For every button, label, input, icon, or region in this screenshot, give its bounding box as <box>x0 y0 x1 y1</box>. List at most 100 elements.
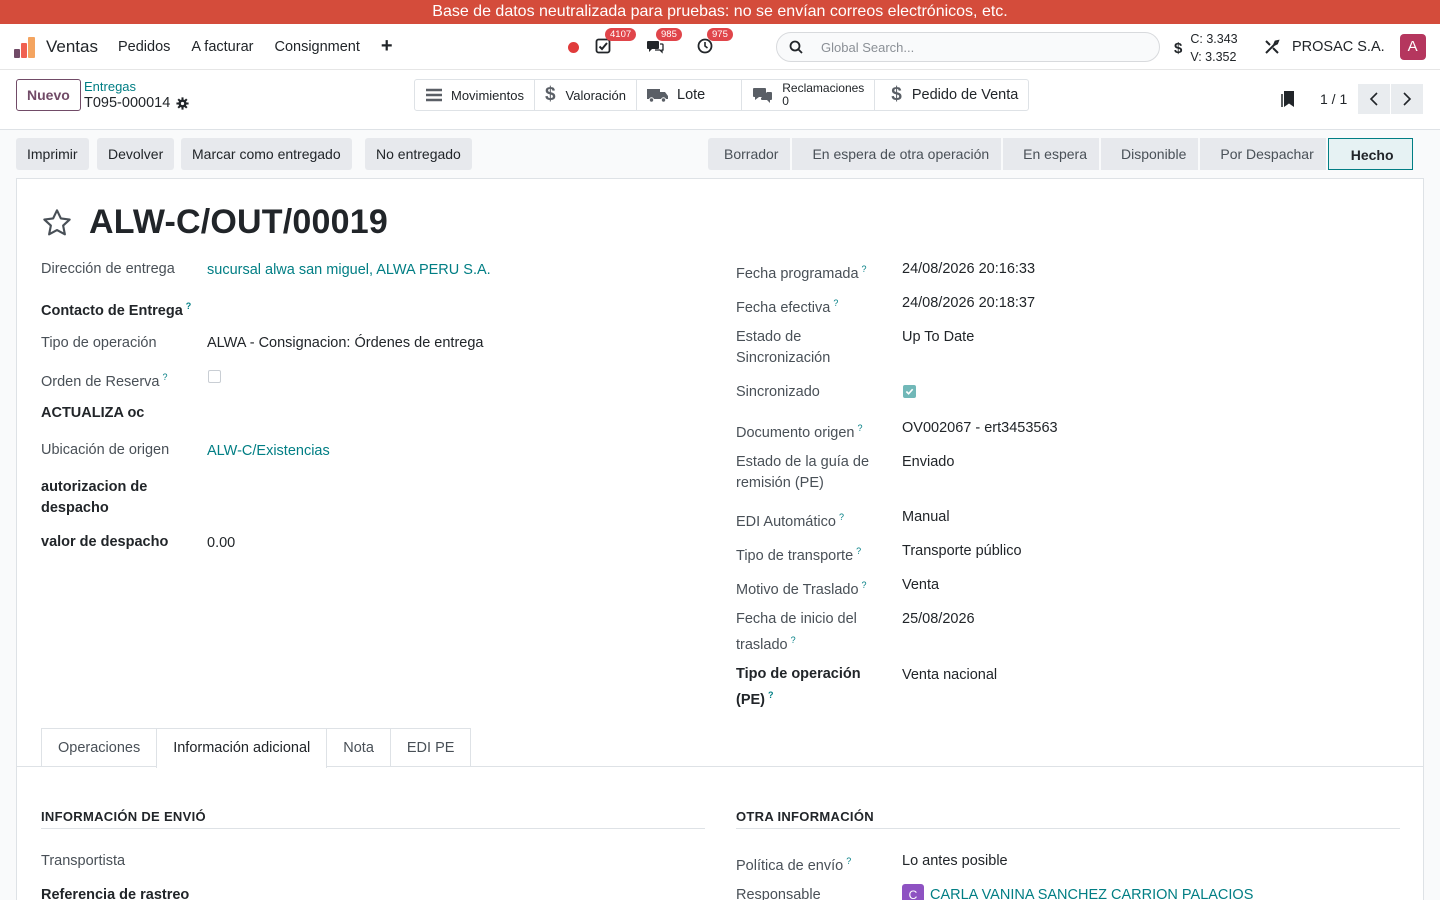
ubicacion-label: Ubicación de origen <box>41 442 170 458</box>
pager-next-button[interactable] <box>1391 84 1424 114</box>
documento-origen-label: Documento origen? <box>736 423 863 441</box>
mark-delivered-button[interactable]: Marcar como entregado <box>181 138 352 170</box>
pager-previous-button[interactable] <box>1358 84 1391 114</box>
app-name[interactable]: Ventas <box>46 37 98 57</box>
stage-en-espera-otra[interactable]: En espera de otra operación <box>792 138 1002 170</box>
tab-informacion-adicional[interactable]: Información adicional <box>156 728 328 768</box>
menu-a-facturar[interactable]: A facturar <box>191 39 253 55</box>
status-bar: Borrador En espera de otra operación En … <box>708 138 1413 170</box>
ubicacion-value[interactable]: ALW-C/Existencias <box>207 441 330 462</box>
status-row: Imprimir Devolver Marcar como entregado … <box>0 130 1440 178</box>
global-search-input[interactable] <box>821 39 1141 55</box>
edi-automatico-value[interactable]: Manual <box>902 507 950 528</box>
menu-consignment[interactable]: Consignment <box>274 39 359 55</box>
breadcrumb-current: T095-000014 <box>84 95 189 111</box>
tipo-operacion-label: Tipo de operación <box>41 335 157 351</box>
gear-icon[interactable] <box>176 96 189 110</box>
clock-badge: 975 <box>707 28 733 41</box>
direccion-value[interactable]: sucursal alwa san miguel, ALWA PERU S.A. <box>207 260 491 281</box>
pedido-venta-button[interactable]: $ Pedido de Venta <box>875 80 1028 110</box>
motivo-traslado-value[interactable]: Venta <box>902 575 939 596</box>
estado-sync-label: Estado de Sincronización <box>736 329 831 366</box>
check-icon <box>905 388 914 395</box>
responsable-label: Responsable <box>736 887 821 900</box>
top-navbar: Ventas Pedidos A facturar Consignment + … <box>0 24 1440 70</box>
otra-info-section-title: OTRA INFORMACIÓN <box>736 809 1400 829</box>
truck-icon <box>647 89 669 103</box>
autorizacion-label: autorizacion de despacho <box>41 479 148 516</box>
stage-en-espera[interactable]: En espera <box>1003 138 1099 170</box>
star-icon[interactable] <box>41 207 73 239</box>
test-database-banner: Base de datos neutralizada para pruebas:… <box>0 0 1440 24</box>
exchange-rate-widget[interactable]: $ C: 3.343 V: 3.352 <box>1174 30 1238 66</box>
menu-pedidos[interactable]: Pedidos <box>118 39 170 55</box>
company-switcher[interactable]: PROSAC S.A. <box>1292 39 1385 55</box>
breadcrumb-entregas[interactable]: Entregas <box>84 79 136 94</box>
contacto-label: Contacto de Entrega? <box>41 301 192 319</box>
politica-envio-label: Política de envío? <box>736 856 852 874</box>
stage-por-despachar[interactable]: Por Despachar <box>1200 138 1326 170</box>
valor-despacho-value[interactable]: 0.00 <box>207 533 235 554</box>
activities-icon[interactable]: 4107 <box>595 28 637 56</box>
actualiza-label: ACTUALIZA oc <box>41 405 145 421</box>
add-menu-icon[interactable]: + <box>381 35 393 58</box>
recording-dot-icon[interactable] <box>568 41 579 53</box>
tipo-operacion-pe-value[interactable]: Venta nacional <box>902 665 997 686</box>
tab-nota[interactable]: Nota <box>326 728 391 767</box>
return-button[interactable]: Devolver <box>97 138 175 170</box>
tab-edi-pe[interactable]: EDI PE <box>389 728 472 767</box>
list-icon <box>426 88 442 102</box>
new-button[interactable]: Nuevo <box>16 79 81 111</box>
motivo-traslado-label: Motivo de Traslado? <box>736 580 867 598</box>
chevron-right-icon <box>1403 92 1412 106</box>
responsable-avatar: C <box>902 884 924 900</box>
tipo-transporte-label: Tipo de transporte? <box>736 546 862 564</box>
not-delivered-button[interactable]: No entregado <box>365 138 472 170</box>
messages-icon[interactable]: 985 <box>646 28 682 56</box>
print-button[interactable]: Imprimir <box>16 138 89 170</box>
bookmark-icon[interactable] <box>1280 90 1296 108</box>
direccion-label: Dirección de entrega <box>41 261 175 277</box>
fecha-programada-label: Fecha programada? <box>736 264 867 282</box>
sales-app-icon[interactable] <box>14 36 36 58</box>
breadcrumb-record: T095-000014 <box>84 95 171 111</box>
estado-sync-value: Up To Date <box>902 329 975 345</box>
rastreo-label: Referencia de rastreo <box>41 887 190 900</box>
notebook-tabs: Operaciones Información adicional Nota E… <box>41 728 472 768</box>
orden-reserva-label: Orden de Reserva? <box>41 372 168 390</box>
form-sheet: ALW-C/OUT/00019 Dirección de entrega suc… <box>16 178 1424 900</box>
responsable-value[interactable]: C CARLA VANINA SANCHEZ CARRION PALACIOS <box>902 884 1253 900</box>
global-search[interactable] <box>776 32 1160 62</box>
chevron-left-icon <box>1370 92 1378 106</box>
tools-icon[interactable] <box>1264 39 1280 55</box>
sincronizado-checkbox[interactable] <box>903 385 916 398</box>
valoracion-button[interactable]: $ Valoración <box>535 80 638 110</box>
reclamaciones-button[interactable]: Reclamaciones 0 <box>742 80 876 110</box>
politica-envio-value[interactable]: Lo antes posible <box>902 851 1008 872</box>
documento-origen-value[interactable]: OV002067 - ert3453563 <box>902 418 1058 439</box>
lote-button[interactable]: Lote <box>637 80 743 110</box>
control-panel: Nuevo Entregas T095-000014 Movimientos $… <box>0 70 1440 130</box>
pager: 1 / 1 <box>1280 84 1424 114</box>
envio-section-title: INFORMACIÓN DE ENVIÓ <box>41 809 705 829</box>
fecha-efectiva-value[interactable]: 24/08/2026 20:18:37 <box>902 293 1035 314</box>
stage-disponible[interactable]: Disponible <box>1100 138 1199 170</box>
transportista-label: Transportista <box>41 853 126 869</box>
smart-buttons: Movimientos $ Valoración Lote Reclamacio… <box>414 79 1030 111</box>
tipo-operacion-value[interactable]: ALWA - Consignacion: Órdenes de entrega <box>207 333 483 354</box>
stage-borrador[interactable]: Borrador <box>708 138 791 170</box>
fecha-efectiva-label: Fecha efectiva? <box>736 298 839 316</box>
fecha-programada-value[interactable]: 24/08/2026 20:16:33 <box>902 259 1035 280</box>
pager-counter[interactable]: 1 / 1 <box>1320 91 1347 107</box>
tipo-transporte-value[interactable]: Transporte público <box>902 541 1022 562</box>
valor-despacho-label: valor de despacho <box>41 534 169 550</box>
clock-icon[interactable]: 975 <box>697 28 733 56</box>
rate-compra: C: 3.343 <box>1190 32 1238 46</box>
fecha-inicio-value[interactable]: 25/08/2026 <box>902 609 975 630</box>
movimientos-button[interactable]: Movimientos <box>415 80 535 110</box>
edi-automatico-label: EDI Automático? <box>736 512 844 530</box>
stage-hecho[interactable]: Hecho <box>1327 138 1413 170</box>
user-avatar[interactable]: A <box>1399 34 1426 60</box>
orden-reserva-checkbox[interactable] <box>208 370 221 383</box>
tab-operaciones[interactable]: Operaciones <box>41 728 158 767</box>
